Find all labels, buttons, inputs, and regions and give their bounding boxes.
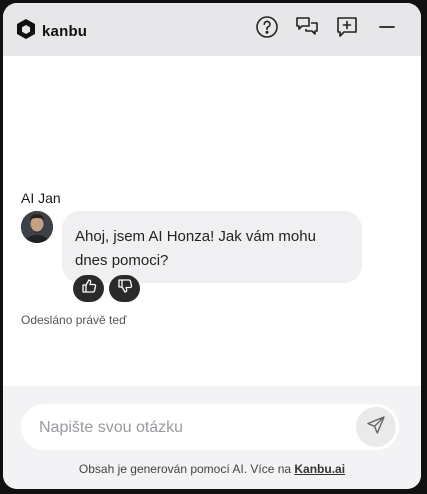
- brand: kanbu: [16, 18, 87, 45]
- thumbs-down-button[interactable]: [109, 275, 140, 302]
- send-icon: [366, 415, 386, 440]
- conversations-button[interactable]: [294, 16, 320, 42]
- brand-name: kanbu: [42, 23, 88, 40]
- chat-header: kanbu: [3, 3, 421, 56]
- message-input-wrapper: [21, 404, 399, 452]
- message-input[interactable]: [37, 404, 351, 452]
- message-author: AI Jan: [21, 190, 61, 206]
- help-icon: [255, 15, 279, 44]
- minimize-button[interactable]: [374, 16, 400, 42]
- kanbu-logo-icon: [16, 18, 36, 45]
- assistant-message-bubble: Ahoj, jsem AI Honza! Jak vám mohu dnes p…: [62, 211, 362, 283]
- thumbs-down-icon: [117, 278, 133, 299]
- chat-window: kanbu AI Jan Ahoj, jsem AI Honza! Jak vá…: [3, 3, 421, 489]
- disclaimer-text: Obsah je generován pomocí AI. Více na: [78, 462, 295, 476]
- send-button[interactable]: [356, 407, 396, 447]
- ai-disclaimer: Obsah je generován pomocí AI. Více na Ka…: [3, 462, 421, 476]
- thumbs-up-icon: [81, 278, 97, 299]
- minimize-icon: [376, 16, 398, 43]
- composer-area: Obsah je generován pomocí AI. Více na Ka…: [3, 386, 421, 489]
- new-chat-button[interactable]: [334, 16, 360, 42]
- kanbu-link[interactable]: Kanbu.ai: [294, 462, 345, 476]
- message-status: Odesláno právě teď: [21, 313, 127, 327]
- avatar: [21, 211, 53, 243]
- assistant-message-text: Ahoj, jsem AI Honza! Jak vám mohu dnes p…: [75, 228, 316, 269]
- thumbs-up-button[interactable]: [73, 275, 104, 302]
- help-button[interactable]: [254, 15, 280, 44]
- conversations-icon: [295, 15, 319, 44]
- new-chat-icon: [335, 15, 359, 44]
- widget-frame: kanbu AI Jan Ahoj, jsem AI Honza! Jak vá…: [0, 0, 427, 494]
